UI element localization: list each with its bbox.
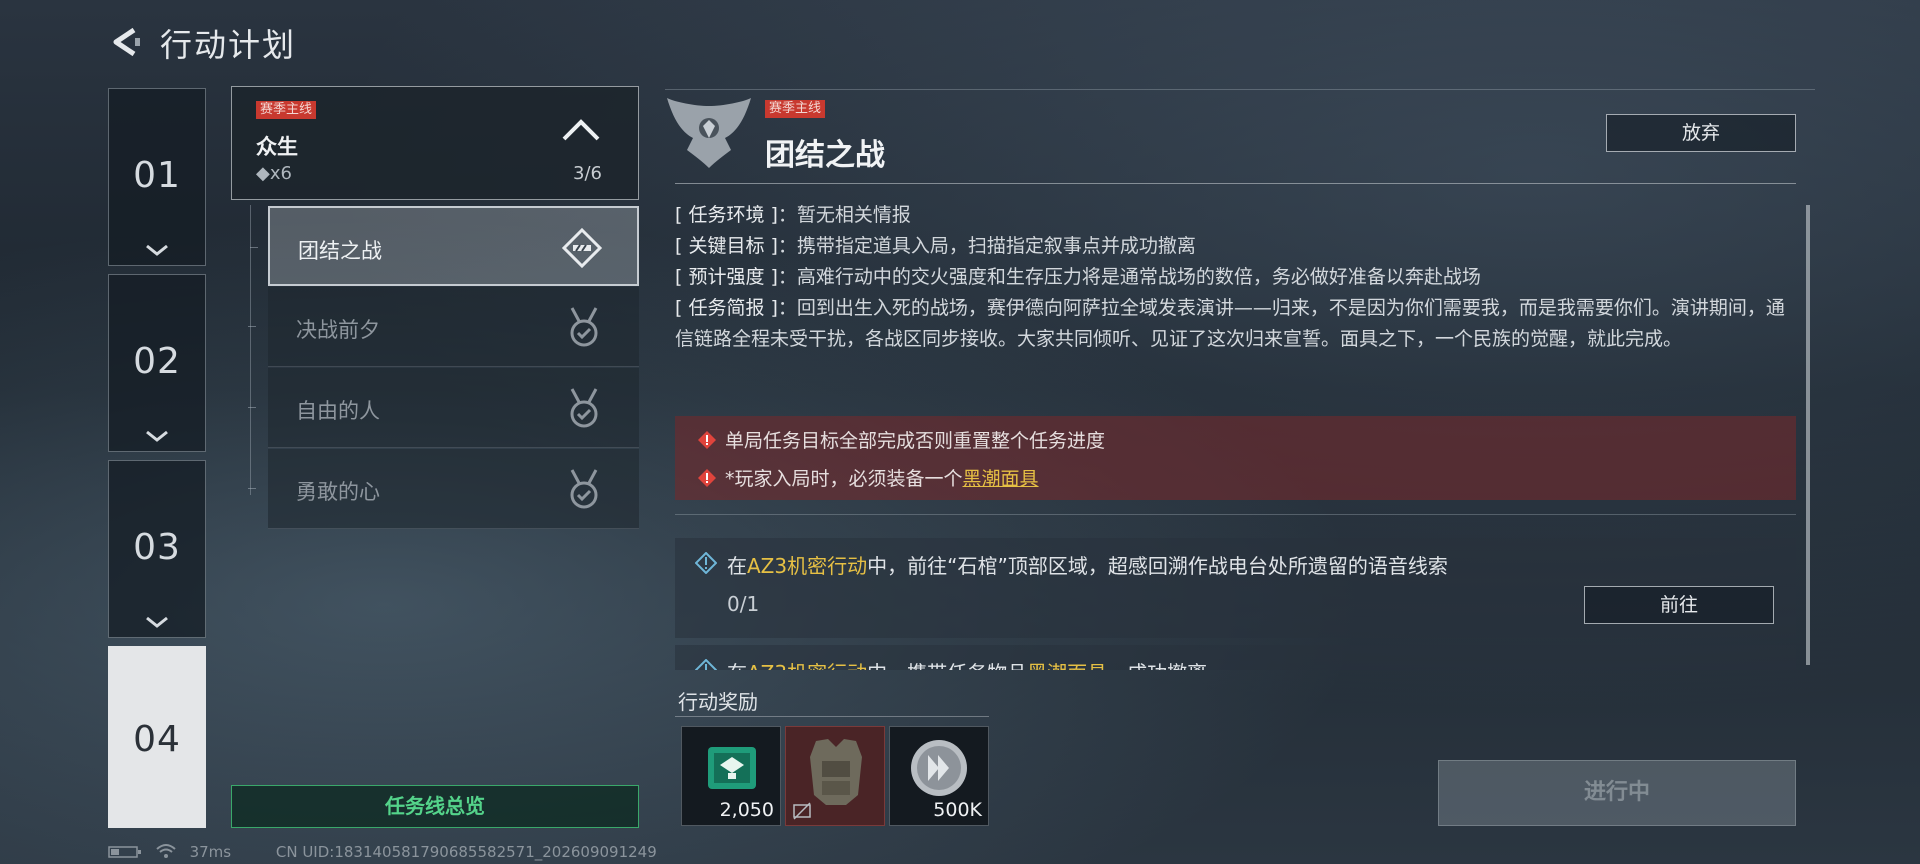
warning-line: *玩家入局时，必须装备一个黑潮面具	[697, 464, 1039, 491]
objective-progress: 0/1	[727, 592, 760, 616]
questline-progress: 3/6	[573, 163, 602, 184]
mission-item[interactable]: 勇敢的心	[248, 449, 639, 529]
uid-text: CN UID:183140581790685582571_20260909124…	[275, 843, 657, 861]
chapter-tab-04[interactable]: 04	[108, 646, 206, 828]
objectives-list[interactable]: 在AZ3机密行动中，前往“石棺”顶部区域，超感回溯作战电台处所遗留的语音线索 0…	[675, 535, 1796, 670]
chevron-up-icon[interactable]	[560, 117, 602, 143]
chevron-down-icon	[146, 616, 168, 628]
untradeable-icon	[793, 802, 811, 820]
chapter-number: 01	[133, 155, 181, 196]
chapter-tab-01[interactable]: 01	[108, 88, 206, 266]
questline-card[interactable]: 赛季主线 众生 ◆x6 3/6	[231, 86, 639, 200]
warning-diamond-icon	[698, 469, 716, 487]
body-armor-icon	[810, 739, 862, 805]
tree-connector	[248, 326, 256, 327]
silver-coin-icon	[911, 740, 967, 796]
questline-overview-button[interactable]: 任务线总览	[231, 785, 639, 828]
back-arrow-icon[interactable]	[108, 26, 142, 58]
questline-name: 众生	[256, 135, 298, 159]
page-title: 行动计划	[160, 26, 297, 64]
objective-item: 在AZ3机密行动中，携带任务物品黑潮面具，成功撤离	[675, 645, 1796, 670]
objective-text: 在AZ3机密行动中，前往“石棺”顶部区域，超感回溯作战电台处所遗留的语音线索	[727, 554, 1448, 578]
brief-row-environment: [ 任务环境 ]：暂无相关情报	[675, 204, 911, 226]
reward-item[interactable]	[785, 726, 885, 826]
chapter-number: 02	[133, 341, 181, 382]
section-divider	[675, 514, 1796, 515]
tree-connector	[248, 488, 256, 489]
mission-label: 团结之战	[298, 239, 382, 263]
reward-quantity: 2,050	[719, 799, 774, 821]
panel-top-line	[665, 89, 1815, 90]
mission-brief: [ 任务环境 ]：暂无相关情报 [ 关键目标 ]：携带指定道具入局，扫描指定叙事…	[675, 200, 1797, 355]
season-main-tag: 赛季主线	[256, 101, 317, 119]
status-bar: 37ms CN UID:183140581790685582571_202609…	[108, 843, 667, 861]
brief-row-briefing: [ 任务简报 ]：回到出生入死的战场，赛伊德向阿萨拉全域发表演讲——归来，不是因…	[675, 297, 1785, 350]
mission-item[interactable]: 自由的人	[248, 368, 639, 448]
reward-item[interactable]: 2,050	[681, 726, 781, 826]
mission-label: 自由的人	[296, 399, 380, 423]
title-divider	[675, 183, 1796, 184]
mission-title: 团结之战	[765, 138, 885, 173]
mission-label: 决战前夕	[296, 318, 380, 342]
info-diamond-icon	[695, 659, 717, 670]
chapter-number: 03	[133, 527, 181, 568]
brief-row-objective: [ 关键目标 ]：携带指定道具入局，扫描指定叙事点并成功撤离	[675, 235, 1196, 257]
reward-item[interactable]: 500K	[889, 726, 989, 826]
warning-line: 单局任务目标全部完成否则重置整个任务进度	[697, 426, 1105, 453]
objective-text: 在AZ3机密行动中，携带任务物品黑潮面具，成功撤离	[727, 657, 1207, 670]
medal-check-icon	[570, 469, 598, 509]
reward-quantity: 500K	[933, 799, 982, 821]
mission-item[interactable]: 团结之战	[250, 206, 639, 286]
battery-icon	[108, 846, 141, 858]
in-progress-button: 进行中	[1438, 760, 1796, 826]
rewards-title: 行动奖励	[678, 690, 758, 714]
questline-mission-count: ◆x6	[256, 163, 292, 184]
chapter-tab-03[interactable]: 03	[108, 460, 206, 638]
ping-text: 37ms	[189, 843, 232, 861]
chapter-number: 04	[133, 719, 181, 760]
rewards-divider	[675, 716, 989, 717]
supply-crate-icon	[708, 747, 756, 789]
season-main-tag: 赛季主线	[765, 100, 826, 118]
in-progress-diamond-icon	[561, 227, 603, 269]
goto-button[interactable]: 前往	[1584, 586, 1774, 624]
tree-connector	[248, 407, 256, 408]
tree-connector	[250, 247, 258, 248]
objective-item: 在AZ3机密行动中，前往“石棺”顶部区域，超感回溯作战电台处所遗留的语音线索 0…	[675, 538, 1796, 638]
wifi-icon	[156, 844, 176, 858]
required-item-link[interactable]: 黑潮面具	[963, 468, 1039, 490]
abandon-button[interactable]: 放弃	[1606, 114, 1796, 152]
medal-check-icon	[570, 307, 598, 347]
chevron-down-icon	[146, 244, 168, 256]
medal-check-icon	[570, 388, 598, 428]
scrollbar-thumb[interactable]	[1806, 205, 1810, 665]
eagle-emblem-icon	[667, 98, 751, 168]
chevron-down-icon	[146, 430, 168, 442]
info-diamond-icon	[695, 552, 717, 574]
warning-box: 单局任务目标全部完成否则重置整个任务进度 *玩家入局时，必须装备一个黑潮面具	[675, 416, 1796, 500]
mission-item[interactable]: 决战前夕	[248, 287, 639, 367]
tree-line	[250, 205, 251, 495]
chapter-tab-02[interactable]: 02	[108, 274, 206, 452]
brief-row-intensity: [ 预计强度 ]：高难行动中的交火强度和生存压力将是通常战场的数倍，务必做好准备…	[675, 266, 1481, 288]
mission-label: 勇敢的心	[296, 480, 380, 504]
warning-diamond-icon	[698, 431, 716, 449]
